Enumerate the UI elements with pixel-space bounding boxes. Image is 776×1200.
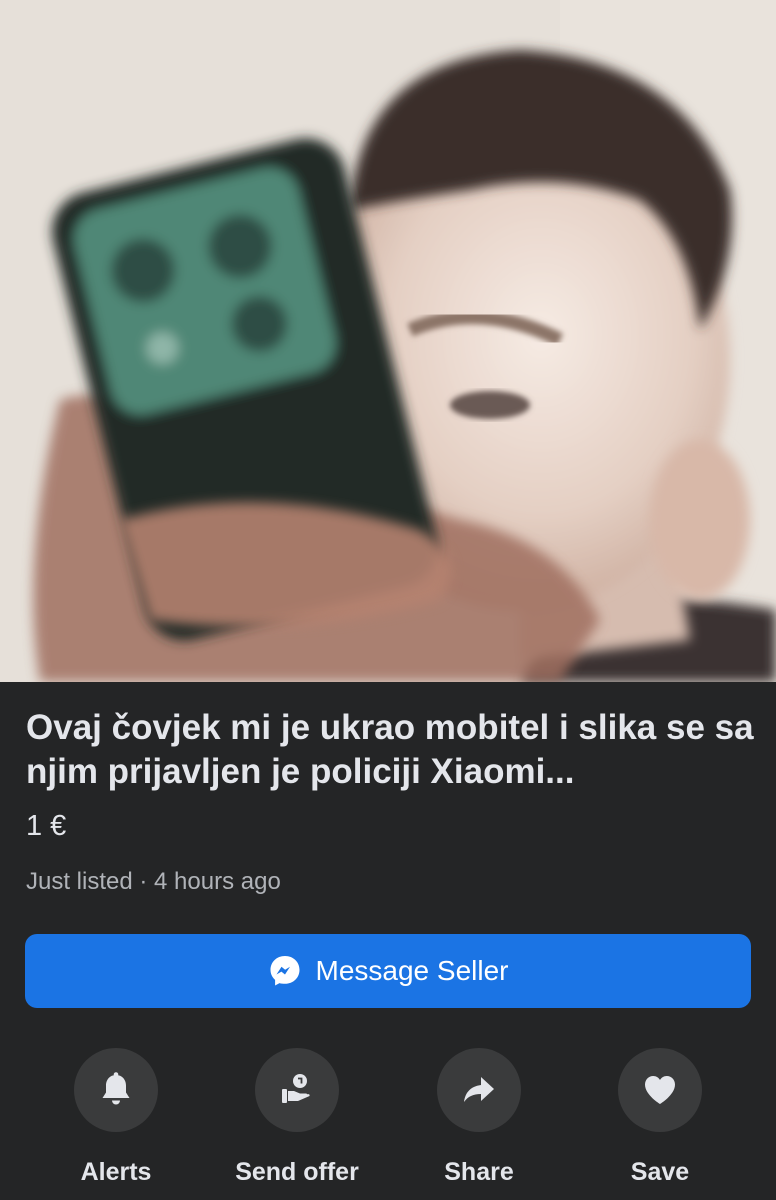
send-offer-action[interactable]: Send offer: [207, 1048, 387, 1187]
heart-icon: [645, 1076, 675, 1104]
message-seller-label: Message Seller: [315, 955, 509, 986]
listing-photo[interactable]: [0, 0, 776, 682]
send-offer-icon: [282, 1074, 310, 1103]
listing-photo-image: [0, 0, 776, 682]
listing-details: Ovaj čovjek mi je ukrao mobitel i slika …: [0, 682, 776, 1200]
share-label: Share: [444, 1158, 514, 1186]
save-action[interactable]: Save: [570, 1048, 750, 1187]
listing-price: 1 €: [26, 810, 67, 842]
save-button[interactable]: [618, 1048, 702, 1132]
alerts-action[interactable]: Alerts: [26, 1048, 206, 1187]
bell-icon: [102, 1072, 130, 1105]
send-offer-button[interactable]: [255, 1048, 339, 1132]
listing-meta: Just listed · 4 hours ago: [26, 868, 281, 895]
message-seller-button[interactable]: Message Seller: [25, 934, 751, 1008]
action-bar: Alerts Send offer Share Save: [0, 1048, 776, 1188]
save-label: Save: [630, 1158, 690, 1186]
send-offer-label: Send offer: [235, 1158, 359, 1186]
listing-title[interactable]: Ovaj čovjek mi je ukrao mobitel i slika …: [26, 706, 756, 794]
share-arrow-icon: [464, 1077, 494, 1102]
alerts-label: Alerts: [80, 1158, 152, 1186]
share-button[interactable]: [437, 1048, 521, 1132]
share-action[interactable]: Share: [389, 1048, 569, 1187]
messenger-icon: [270, 956, 299, 986]
alerts-button[interactable]: [74, 1048, 158, 1132]
